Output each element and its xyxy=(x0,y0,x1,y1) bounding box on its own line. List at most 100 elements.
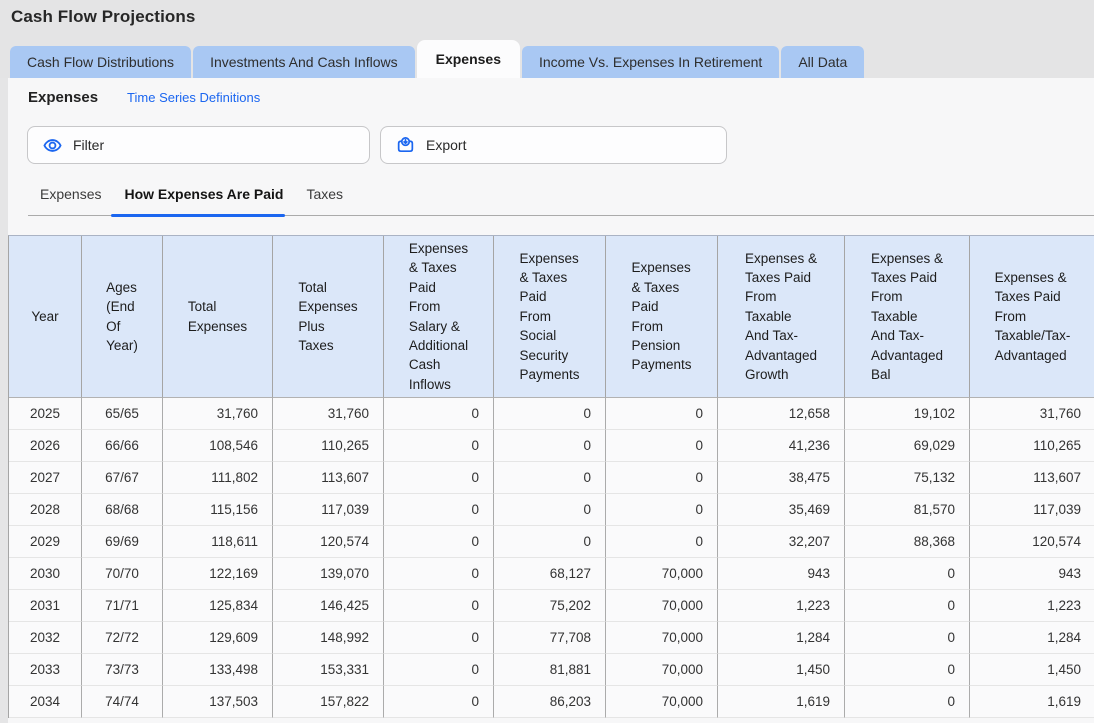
cash-flow-projections-page: Cash Flow Projections Cash Flow Distribu… xyxy=(0,0,1094,723)
table-cell: 111,802 xyxy=(163,462,273,494)
table-header-row: YearAges (End Of Year)Total ExpensesTota… xyxy=(9,236,1094,398)
table-cell: 139,070 xyxy=(273,558,384,590)
page-title: Cash Flow Projections xyxy=(11,7,195,27)
table-cell: 68,127 xyxy=(494,558,606,590)
column-header: Expenses & Taxes Paid From Salary & Addi… xyxy=(384,236,494,398)
table-cell: 35,469 xyxy=(718,494,845,526)
table-cell: 71/71 xyxy=(82,590,163,622)
table-cell: 0 xyxy=(606,462,718,494)
subtab-taxes[interactable]: Taxes xyxy=(306,186,343,215)
table-cell: 1,223 xyxy=(970,590,1094,622)
table-cell: 69/69 xyxy=(82,526,163,558)
table-cell: 70,000 xyxy=(606,686,718,718)
table-cell: 0 xyxy=(606,526,718,558)
table-cell: 153,331 xyxy=(273,654,384,686)
table-cell: 41,236 xyxy=(718,430,845,462)
table-cell: 70/70 xyxy=(82,558,163,590)
table-cell: 117,039 xyxy=(970,494,1094,526)
column-header: Total Expenses Plus Taxes xyxy=(273,236,384,398)
table-cell: 122,169 xyxy=(163,558,273,590)
column-header: Expenses & Taxes Paid From Pension Payme… xyxy=(606,236,718,398)
table-cell: 2030 xyxy=(9,558,82,590)
table-cell: 146,425 xyxy=(273,590,384,622)
table-cell: 0 xyxy=(494,398,606,430)
table-cell: 133,498 xyxy=(163,654,273,686)
table-cell: 0 xyxy=(384,590,494,622)
table-cell: 125,834 xyxy=(163,590,273,622)
table-cell: 0 xyxy=(384,494,494,526)
table-cell: 0 xyxy=(384,558,494,590)
table-cell: 67/67 xyxy=(82,462,163,494)
projection-table: YearAges (End Of Year)Total ExpensesTota… xyxy=(8,235,1094,718)
time-series-definitions-link[interactable]: Time Series Definitions xyxy=(127,90,260,105)
tab-income-vs-expenses-in-retirement[interactable]: Income Vs. Expenses In Retirement xyxy=(522,46,779,78)
table-cell: 1,450 xyxy=(970,654,1094,686)
table-cell: 73/73 xyxy=(82,654,163,686)
table-cell: 74/74 xyxy=(82,686,163,718)
table-row: 203070/70122,169139,070068,12770,0009430… xyxy=(9,558,1094,590)
table-cell: 148,992 xyxy=(273,622,384,654)
table-cell: 0 xyxy=(384,462,494,494)
table-cell: 1,284 xyxy=(970,622,1094,654)
table-cell: 0 xyxy=(606,494,718,526)
table-row: 202868/68115,156117,03900035,46981,57011… xyxy=(9,494,1094,526)
export-button[interactable]: Export xyxy=(380,126,727,164)
table-row: 203474/74137,503157,822086,20370,0001,61… xyxy=(9,686,1094,718)
table-cell: 113,607 xyxy=(273,462,384,494)
column-header: Ages (End Of Year) xyxy=(82,236,163,398)
main-tab-bar: Cash Flow Distributions Investments And … xyxy=(10,40,864,78)
table-cell: 75,202 xyxy=(494,590,606,622)
table-cell: 118,611 xyxy=(163,526,273,558)
filter-button-label: Filter xyxy=(73,137,104,153)
tab-cash-flow-distributions[interactable]: Cash Flow Distributions xyxy=(10,46,191,78)
section-title: Expenses xyxy=(28,89,98,106)
table-cell: 110,265 xyxy=(273,430,384,462)
table-cell: 38,475 xyxy=(718,462,845,494)
table-row: 203171/71125,834146,425075,20270,0001,22… xyxy=(9,590,1094,622)
table-cell: 19,102 xyxy=(845,398,970,430)
table-cell: 0 xyxy=(384,622,494,654)
table-cell: 110,265 xyxy=(970,430,1094,462)
table-row: 202666/66108,546110,26500041,23669,02911… xyxy=(9,430,1094,462)
table-cell: 2032 xyxy=(9,622,82,654)
table-cell: 1,450 xyxy=(718,654,845,686)
column-header: Expenses & Taxes Paid From Taxable And T… xyxy=(845,236,970,398)
table-cell: 0 xyxy=(384,526,494,558)
subtab-expenses[interactable]: Expenses xyxy=(40,186,101,215)
table-cell: 88,368 xyxy=(845,526,970,558)
table-cell: 75,132 xyxy=(845,462,970,494)
table-cell: 0 xyxy=(845,590,970,622)
table-cell: 115,156 xyxy=(163,494,273,526)
tab-all-data[interactable]: All Data xyxy=(781,46,864,78)
table-cell: 117,039 xyxy=(273,494,384,526)
tab-investments-and-cash-inflows[interactable]: Investments And Cash Inflows xyxy=(193,46,415,78)
table-cell: 77,708 xyxy=(494,622,606,654)
table-cell: 943 xyxy=(970,558,1094,590)
table-cell: 1,223 xyxy=(718,590,845,622)
export-button-label: Export xyxy=(426,137,466,153)
table-row: 202565/6531,76031,76000012,65819,10231,7… xyxy=(9,398,1094,430)
table-cell: 81,881 xyxy=(494,654,606,686)
table-cell: 2029 xyxy=(9,526,82,558)
table-cell: 0 xyxy=(494,430,606,462)
table-row: 203272/72129,609148,992077,70870,0001,28… xyxy=(9,622,1094,654)
table-cell: 2028 xyxy=(9,494,82,526)
table-cell: 1,284 xyxy=(718,622,845,654)
table-cell: 0 xyxy=(384,398,494,430)
table-row: 202969/69118,611120,57400032,20788,36812… xyxy=(9,526,1094,558)
table-cell: 0 xyxy=(845,622,970,654)
section-header-row: Expenses Time Series Definitions xyxy=(8,78,1094,106)
table-cell: 943 xyxy=(718,558,845,590)
expenses-panel: Expenses Time Series Definitions Filter xyxy=(8,78,1094,723)
column-header: Total Expenses xyxy=(163,236,273,398)
subtab-how-expenses-are-paid[interactable]: How Expenses Are Paid xyxy=(124,186,283,215)
table-cell: 32,207 xyxy=(718,526,845,558)
filter-button[interactable]: Filter xyxy=(27,126,370,164)
tab-expenses[interactable]: Expenses xyxy=(417,40,520,78)
table-cell: 0 xyxy=(494,494,606,526)
table-cell: 108,546 xyxy=(163,430,273,462)
table-cell: 2031 xyxy=(9,590,82,622)
table-cell: 0 xyxy=(384,430,494,462)
table-cell: 31,760 xyxy=(273,398,384,430)
top-bar: Cash Flow Projections Cash Flow Distribu… xyxy=(0,0,1094,78)
